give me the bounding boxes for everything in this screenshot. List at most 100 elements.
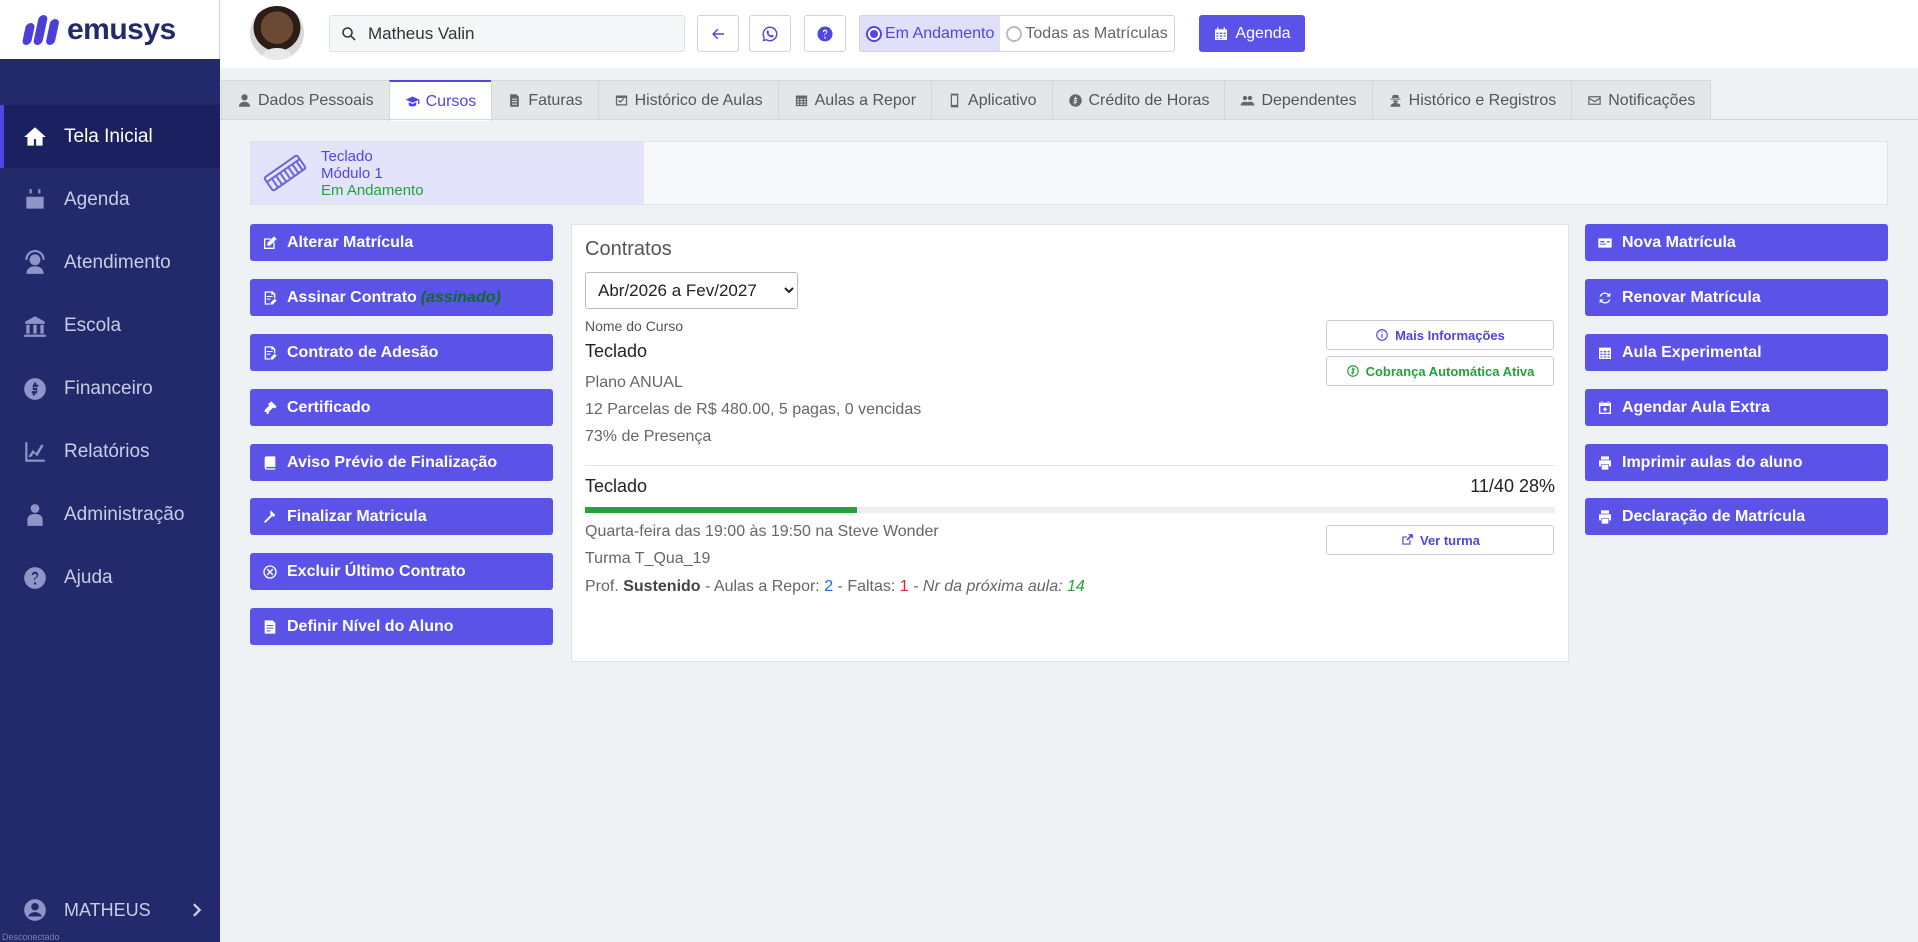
tab-cursos[interactable]: Cursos <box>388 80 493 121</box>
tab-dados-pessoais[interactable]: Dados Pessoais <box>221 80 390 120</box>
button-label: Cobrança Automática Ativa <box>1365 363 1535 379</box>
agenda-button[interactable]: Agenda <box>1199 15 1305 52</box>
more-info-button[interactable]: Mais Informações <box>1326 320 1554 350</box>
imprimir-aulas-button[interactable]: Imprimir aulas do aluno <box>1585 444 1888 481</box>
assinar-contrato-button[interactable]: Assinar Contrato (assinado) <box>250 279 553 316</box>
whatsapp-button[interactable] <box>749 15 791 52</box>
tab-historico-aulas[interactable]: Histórico de Aulas <box>597 80 779 120</box>
back-button[interactable] <box>697 15 739 52</box>
graduation-cap-icon <box>405 96 419 107</box>
tab-label: Crédito de Horas <box>1088 91 1210 109</box>
search-input[interactable] <box>368 23 668 44</box>
class-group: Turma T_Qua_19 <box>585 550 711 567</box>
definir-nivel-button[interactable]: Definir Nível do Aluno <box>250 608 553 645</box>
tab-credito-de-horas[interactable]: Crédito de Horas <box>1051 80 1226 120</box>
filter-todas-matriculas[interactable]: Todas as Matrículas <box>1000 16 1173 51</box>
tab-historico-registros[interactable]: Histórico e Registros <box>1371 80 1573 120</box>
sidebar-item-financeiro[interactable]: Financeiro <box>0 357 220 420</box>
sidebar-item-label: Tela Inicial <box>64 125 153 147</box>
contract-period-select[interactable]: Abr/2026 a Fev/2027 <box>585 272 798 309</box>
renovar-matricula-button[interactable]: Renovar Matrícula <box>1585 279 1888 316</box>
declaracao-matricula-button[interactable]: Declaração de Matrícula <box>1585 498 1888 535</box>
next-class-label: - Nr da próxima aula: <box>908 578 1067 595</box>
tab-label: Histórico de Aulas <box>634 91 763 109</box>
print-icon <box>1599 509 1611 524</box>
tab-label: Faturas <box>528 91 583 109</box>
course-name-label: Nome do Curso <box>585 318 684 334</box>
search-icon <box>342 26 356 41</box>
tab-label: Notificações <box>1608 91 1696 109</box>
user-name: MATHEUS <box>64 899 151 920</box>
alterar-matricula-button[interactable]: Alterar Matrícula <box>250 224 553 261</box>
button-label: Agendar Aula Extra <box>1622 398 1770 416</box>
student-avatar[interactable] <box>250 6 304 60</box>
tab-faturas[interactable]: Faturas <box>491 80 599 120</box>
tab-notificacoes[interactable]: Notificações <box>1571 80 1712 120</box>
gavel-icon <box>264 509 276 523</box>
button-label: Aviso Prévio de Finalização <box>287 453 498 471</box>
sidebar-item-agenda[interactable]: Agenda <box>0 168 220 231</box>
button-label: Finalizar Matricula <box>287 507 427 525</box>
sidebar-item-tela-inicial[interactable]: Tela Inicial <box>0 105 220 168</box>
student-search[interactable] <box>329 15 685 52</box>
agenda-label: Agenda <box>1235 24 1291 42</box>
sidebar-item-label: Agenda <box>64 188 130 210</box>
tab-label: Aplicativo <box>968 91 1037 109</box>
filter-em-andamento[interactable]: Em Andamento <box>860 16 1001 51</box>
sidebar-item-label: Ajuda <box>64 566 113 588</box>
button-label: Ver turma <box>1420 532 1480 548</box>
user-secret-icon <box>1390 94 1401 107</box>
course-status: Em Andamento <box>321 181 424 199</box>
help-icon <box>24 566 46 589</box>
envelope-icon <box>1588 96 1601 105</box>
sidebar-item-administracao[interactable]: Administração <box>0 483 220 546</box>
sidebar-item-label: Atendimento <box>64 251 171 273</box>
aviso-previo-button[interactable]: Aviso Prévio de Finalização <box>250 444 553 481</box>
certificate-icon <box>264 400 277 414</box>
course-strip: Teclado Módulo 1 Em Andamento <box>250 141 1888 205</box>
excluir-contrato-button[interactable]: Excluir Último Contrato <box>250 553 553 590</box>
sidebar-item-label: Relatórios <box>64 440 150 462</box>
contract-plan: Plano ANUAL <box>585 374 683 391</box>
finalizar-matricula-button[interactable]: Finalizar Matricula <box>250 498 553 535</box>
contrato-adesao-button[interactable]: Contrato de Adesão <box>250 334 553 371</box>
radio-unselected-icon <box>1006 25 1023 42</box>
nova-matricula-button[interactable]: Nova Matrícula <box>1585 224 1888 261</box>
id-card-icon <box>1598 237 1612 248</box>
view-class-button[interactable]: Ver turma <box>1326 525 1554 555</box>
agendar-aula-extra-button[interactable]: Agendar Aula Extra <box>1585 389 1888 426</box>
logo-text: emusys <box>67 12 176 46</box>
class-schedule: Quarta-feira das 19:00 às 19:50 na Steve… <box>585 523 939 540</box>
button-label: Nova Matrícula <box>1622 233 1736 251</box>
button-label: Renovar Matrícula <box>1622 288 1761 306</box>
replace-label: - Aulas a Repor: <box>700 578 825 595</box>
calendar-plus-icon <box>1599 400 1611 414</box>
tab-aulas-a-repor[interactable]: Aulas a Repor <box>777 80 933 120</box>
user-menu[interactable]: MATHEUS <box>0 892 220 928</box>
sidebar-item-atendimento[interactable]: Atendimento <box>0 231 220 294</box>
mobile-icon <box>950 93 959 108</box>
sidebar-item-label: Escola <box>64 314 122 336</box>
button-label: Aula Experimental <box>1622 343 1762 361</box>
teacher-name: Sustenido <box>623 578 701 595</box>
tab-dependentes[interactable]: Dependentes <box>1224 80 1373 120</box>
class-course-name: Teclado <box>585 476 648 496</box>
certificado-button[interactable]: Certificado <box>250 389 553 426</box>
sidebar: emusys Tela Inicial Agenda Atendimento E… <box>0 0 220 942</box>
tab-label: Dados Pessoais <box>258 91 374 109</box>
sidebar-item-escola[interactable]: Escola <box>0 294 220 357</box>
info-circle-icon <box>1376 329 1388 341</box>
keyboard-instrument-icon <box>263 154 307 192</box>
help-button[interactable] <box>804 15 846 52</box>
sidebar-item-relatorios[interactable]: Relatórios <box>0 420 220 483</box>
sidebar-item-ajuda[interactable]: Ajuda <box>0 546 220 609</box>
chart-icon <box>25 441 45 462</box>
panel-divider <box>585 465 1555 466</box>
aula-experimental-button[interactable]: Aula Experimental <box>1585 334 1888 371</box>
admin-user-icon <box>27 503 43 526</box>
absences-count: 1 <box>899 578 909 595</box>
tab-aplicativo[interactable]: Aplicativo <box>931 80 1053 120</box>
logo[interactable]: emusys <box>0 0 220 59</box>
auto-billing-button[interactable]: Cobrança Automática Ativa <box>1326 356 1554 386</box>
course-card-teclado[interactable]: Teclado Módulo 1 Em Andamento <box>251 142 644 204</box>
